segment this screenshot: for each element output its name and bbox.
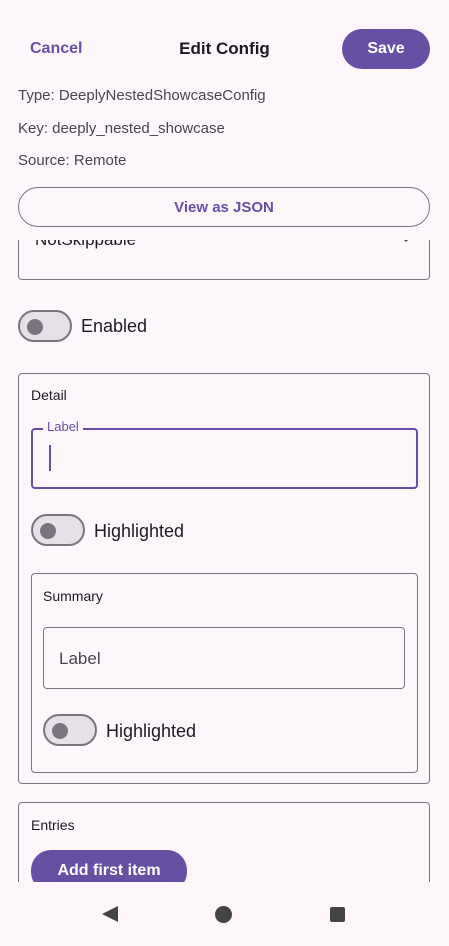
summary-card: Summary Label Highlighted — [31, 573, 418, 773]
switch-thumb — [52, 723, 68, 739]
recent-square-icon[interactable] — [330, 907, 345, 922]
switch-thumb — [40, 523, 56, 539]
switch-thumb — [27, 319, 43, 335]
view-as-json-button[interactable]: View as JSON — [18, 187, 430, 227]
skippable-dropdown[interactable]: NotSkippable — [18, 240, 430, 280]
detail-highlighted-switch[interactable] — [31, 514, 85, 546]
detail-card: Detail Label Highlighted Summary Label H… — [18, 373, 430, 784]
save-button[interactable]: Save — [342, 29, 430, 69]
text-cursor — [49, 445, 51, 471]
summary-title: Summary — [43, 588, 103, 604]
detail-highlighted-label: Highlighted — [94, 521, 185, 541]
config-key-text: Key: deeply_nested_showcase — [18, 120, 225, 137]
config-type-text: Type: DeeplyNestedShowcaseConfig — [18, 87, 266, 104]
add-first-item-button[interactable]: Add first item — [31, 850, 187, 882]
entries-title: Entries — [31, 817, 75, 833]
form-scroll-area[interactable]: NotSkippable Enabled Detail Label Highli… — [0, 240, 449, 882]
summary-label-placeholder: Label — [59, 649, 101, 668]
summary-highlighted-switch[interactable] — [43, 714, 97, 746]
summary-highlighted-label: Highlighted — [106, 721, 197, 741]
config-source-text: Source: Remote — [18, 152, 127, 169]
chevron-down-icon — [401, 240, 411, 242]
enabled-label: Enabled — [81, 316, 148, 336]
dropdown-value: NotSkippable — [35, 240, 136, 250]
enabled-switch[interactable] — [18, 310, 72, 342]
detail-label-field-label: Label — [43, 419, 83, 434]
home-circle-icon[interactable] — [215, 906, 232, 923]
summary-label-field[interactable]: Label — [43, 627, 405, 689]
detail-title: Detail — [31, 387, 67, 403]
back-triangle-icon[interactable] — [102, 906, 118, 922]
detail-label-field[interactable] — [31, 428, 418, 489]
entries-card: Entries Add first item — [18, 802, 430, 882]
